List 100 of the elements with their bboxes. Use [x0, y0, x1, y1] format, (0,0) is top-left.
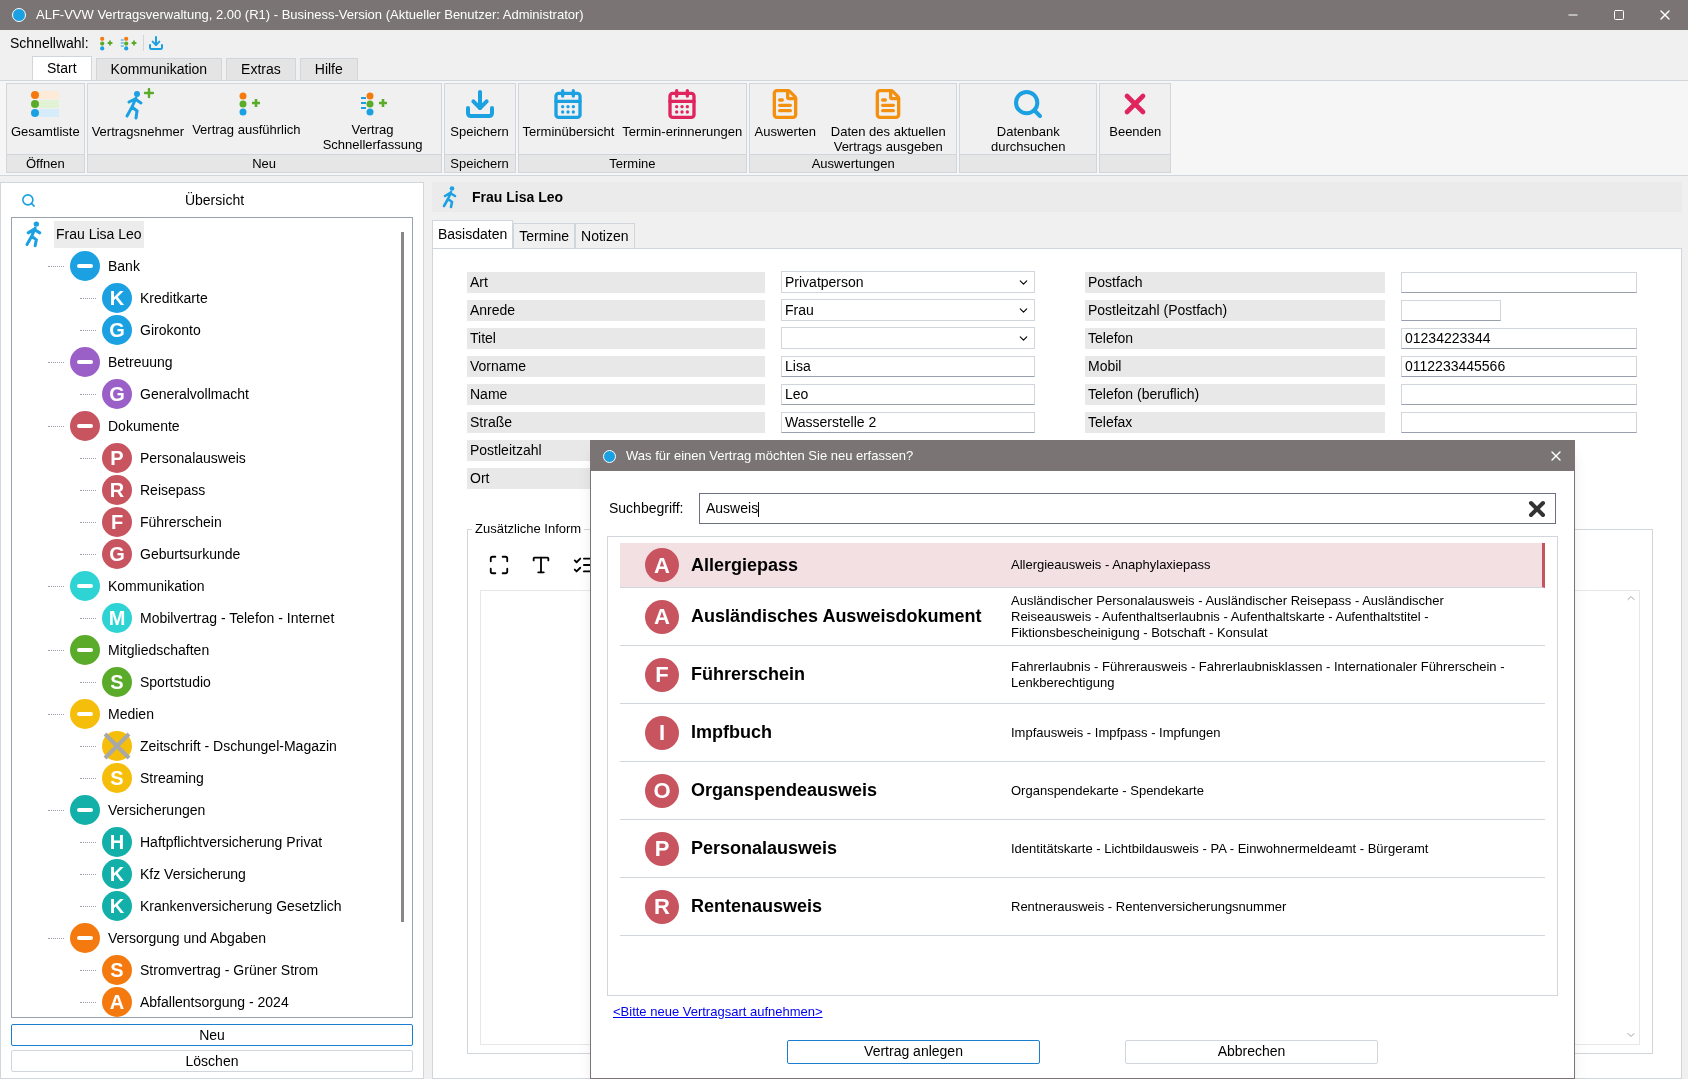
tree-item[interactable]: Streaming — [138, 764, 206, 792]
letter-badge: P — [645, 831, 679, 866]
collapse-icon[interactable] — [70, 347, 100, 377]
ribbon-button[interactable]: Gesamtliste — [7, 84, 84, 154]
quick-fast-add-button[interactable] — [118, 34, 137, 52]
text-field[interactable]: 0112233445566 — [1401, 355, 1637, 377]
tree-item[interactable]: Zeitschrift - Dschungel-Magazin — [138, 732, 339, 760]
search-field[interactable]: Ausweis — [699, 493, 1556, 524]
letter-badge: G — [102, 539, 132, 569]
result-keywords: Organspendekarte - Spendekarte — [1011, 782, 1205, 799]
collapse-icon[interactable] — [70, 635, 100, 665]
result-row[interactable]: F Führerschein Fahrerlaubnis - Führerausweis - Fahrerlaubnisklassen - Internationaler Führerschein - Lenkberechtigung — [620, 646, 1545, 704]
ribbon-button[interactable]: Auswerten — [750, 84, 821, 154]
tree-item[interactable]: Krankenversicherung Gesetzlich — [138, 892, 344, 920]
ribbon-tab[interactable]: Hilfe — [299, 58, 358, 80]
tree-item[interactable]: Stromvertrag - Grüner Strom — [138, 956, 321, 984]
letter-badge: G — [102, 379, 132, 409]
tree-item[interactable]: Generalvollmacht — [138, 380, 251, 408]
ribbon-tab[interactable]: Kommunikation — [95, 58, 223, 80]
create-contract-button[interactable]: Vertrag anlegen — [787, 1039, 1040, 1064]
field-label: Postleitzahl (Postfach) — [1085, 299, 1385, 321]
text-field[interactable] — [1401, 383, 1637, 405]
delete-button[interactable]: Löschen — [11, 1050, 413, 1072]
ribbon-button[interactable]: Vertragsnehmer — [87, 84, 189, 154]
ribbon-button[interactable]: Termin-erinnerungen — [618, 84, 747, 154]
new-button[interactable]: Neu — [11, 1024, 413, 1046]
quick-save-button[interactable] — [142, 35, 164, 51]
ribbon-tab[interactable]: Start — [32, 56, 92, 80]
tree-item[interactable]: Girokonto — [138, 316, 203, 344]
tree-item[interactable]: Haftpflichtversicherung Privat — [138, 828, 325, 856]
result-title: Rentenausweis — [691, 895, 824, 918]
window-title: ALF-VVW Vertragsverwaltung, 2.00 (R1) - Business-Version (Aktueller Benutzer: Administrator) — [36, 6, 584, 25]
quickbar-label: Schnellwahl: — [10, 33, 89, 53]
result-keywords: Allergieausweis - Anaphylaxiepass — [1011, 557, 1212, 573]
ribbon-button[interactable]: Vertrag Schnellerfassung — [304, 84, 441, 154]
collapse-icon[interactable] — [70, 923, 100, 953]
text-field[interactable] — [1401, 299, 1501, 321]
text-field[interactable]: 01234223344 — [1401, 327, 1637, 349]
ribbon-button[interactable]: Vertrag ausführlich — [188, 84, 305, 154]
letter-badge: G — [102, 315, 132, 345]
text-field[interactable]: Lisa — [781, 355, 1035, 377]
result-row[interactable]: O Organspendeausweis Organspendekarte - Spendekarte — [620, 762, 1545, 820]
text-field[interactable] — [1401, 271, 1637, 293]
result-row[interactable]: R Rentenausweis Rentnerausweis - Rentenversicherungsnummer — [620, 878, 1545, 936]
tree-item[interactable]: Mitgliedschaften — [106, 636, 212, 664]
collapse-icon[interactable] — [70, 411, 100, 441]
tree-item[interactable]: Betreuung — [106, 348, 175, 376]
dropdown[interactable]: Privatperson — [781, 271, 1035, 293]
tab[interactable]: Basisdaten — [432, 220, 514, 248]
field-label: Telefon — [1085, 327, 1385, 349]
tab[interactable]: Termine — [513, 223, 576, 248]
tree-item[interactable]: Abfallentsorgung - 2024 — [138, 988, 291, 1016]
tree-item[interactable]: Frau Lisa Leo — [54, 220, 144, 248]
result-title: Allergiepass — [691, 553, 800, 577]
text-field[interactable] — [1401, 411, 1637, 433]
search-icon[interactable] — [21, 192, 36, 208]
tree-item[interactable]: Geburtsurkunde — [138, 540, 243, 568]
ribbon-button[interactable]: Daten des aktuellen Vertrags ausgeben — [820, 84, 957, 154]
field-label: Mobil — [1085, 355, 1385, 377]
maximize-icon[interactable] — [1613, 9, 1625, 21]
tree-item[interactable]: Kommunikation — [106, 572, 207, 600]
letter-badge: I — [645, 715, 679, 750]
tree-item[interactable]: Mobilvertrag - Telefon - Internet — [138, 604, 337, 632]
dropdown[interactable] — [781, 327, 1035, 349]
list-icon — [29, 88, 62, 120]
calendar-icon — [666, 88, 699, 120]
tree-item[interactable]: Versicherungen — [106, 796, 208, 824]
panel-title: Übersicht — [183, 190, 246, 210]
collapse-icon[interactable] — [70, 795, 100, 825]
result-row[interactable]: I Impfbuch Impfausweis - Impfpass - Impfungen — [620, 704, 1545, 762]
tab[interactable]: Notizen — [575, 223, 635, 248]
letter-badge: A — [645, 548, 679, 582]
tree-item[interactable]: Führerschein — [138, 508, 224, 536]
tree-item[interactable]: Sportstudio — [138, 668, 213, 696]
tree-item[interactable]: Dokumente — [106, 412, 182, 440]
ribbon-button[interactable]: Speichern — [444, 84, 515, 154]
result-row[interactable]: A Allergiepass Allergieausweis - Anaphylaxiepass — [620, 543, 1545, 588]
ribbon-button[interactable]: Terminübersicht — [518, 84, 619, 154]
cancel-button[interactable]: Abbrechen — [1125, 1039, 1378, 1064]
field-label: Postfach — [1085, 271, 1385, 293]
tree-item[interactable]: Versorgung und Abgaben — [106, 924, 269, 952]
text-field[interactable]: Wasserstelle 2 — [781, 411, 1035, 433]
tree-item[interactable]: Bank — [106, 252, 142, 280]
text-field[interactable]: Leo — [781, 383, 1035, 405]
collapse-icon[interactable] — [70, 251, 100, 281]
ribbon-tab[interactable]: Extras — [226, 58, 296, 80]
search-label: Suchbegriff: — [609, 499, 681, 518]
scrollbar[interactable] — [401, 232, 404, 922]
font-icon[interactable] — [530, 554, 552, 576]
add-contract-type-link[interactable]: <Bitte neue Vertragsart aufnehmen> — [613, 1002, 823, 1022]
result-row[interactable]: P Personalausweis Identitätskarte - Lichtbildausweis - PA - Einwohnermeldeamt - Bürgeramt — [620, 820, 1545, 878]
search-icon — [1012, 88, 1045, 120]
tree-item[interactable]: Kreditkarte — [138, 284, 210, 312]
collapse-icon[interactable] — [70, 571, 100, 601]
tree-item[interactable]: Reisepass — [138, 476, 208, 504]
fullscreen-icon[interactable] — [488, 554, 510, 576]
tree-item[interactable]: Medien — [106, 700, 156, 728]
tree-item[interactable]: Kfz Versicherung — [138, 860, 248, 888]
dropdown[interactable]: Frau — [781, 299, 1035, 321]
tree-item[interactable]: Personalausweis — [138, 444, 248, 472]
